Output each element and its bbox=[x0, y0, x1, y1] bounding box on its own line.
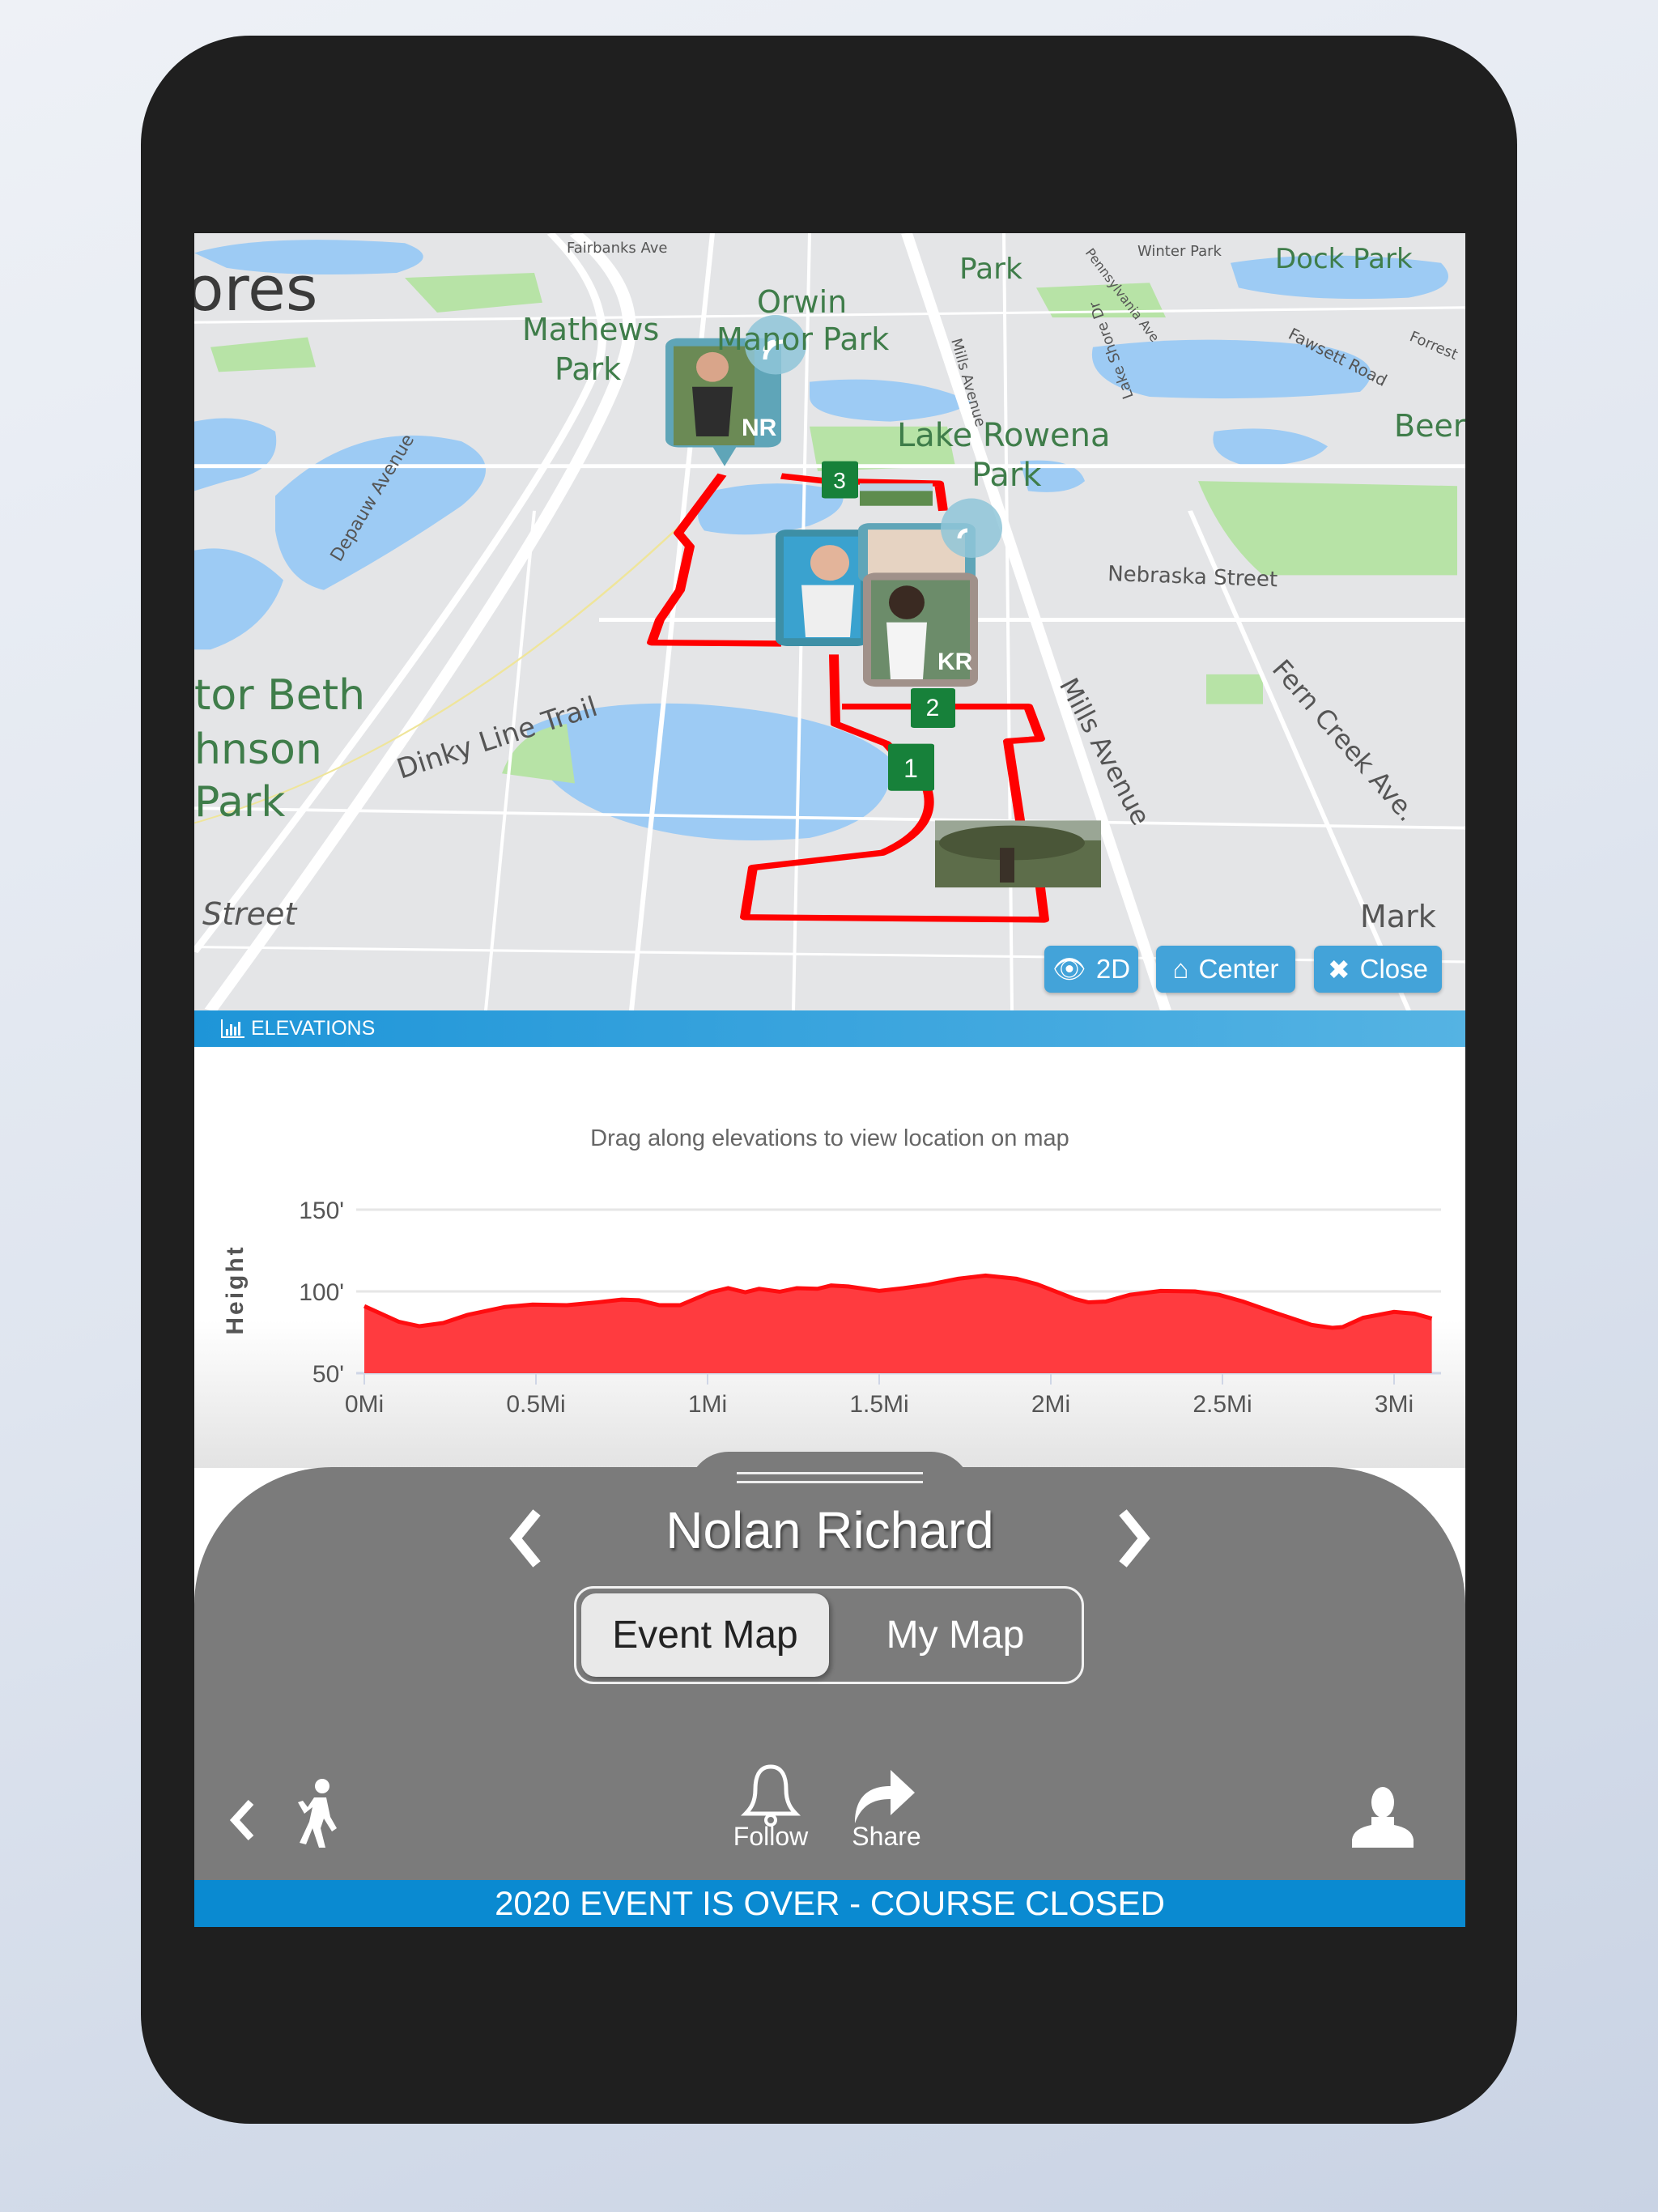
map-label-mathews-park: Park bbox=[555, 351, 621, 387]
map-label-dock-park: Dock Park bbox=[1275, 243, 1413, 275]
map-label-mathews: Mathews bbox=[522, 312, 659, 347]
home-icon: ⌂ bbox=[1172, 954, 1189, 984]
back-chevron-icon[interactable] bbox=[227, 1796, 259, 1844]
next-athlete-chevron-icon[interactable] bbox=[1113, 1506, 1154, 1571]
runner-icon[interactable] bbox=[290, 1778, 345, 1849]
map-label-forrest: Forrest bbox=[1407, 328, 1460, 364]
eye-icon: 👁 bbox=[1052, 953, 1086, 984]
map-label-city: ores bbox=[194, 253, 317, 325]
course-map[interactable]: NR KR 3 2 1 ores Mathews Park Orwin Mano… bbox=[194, 233, 1465, 1010]
elevations-header[interactable]: ELEVATIONS bbox=[194, 1010, 1465, 1047]
share-label[interactable]: Share bbox=[838, 1822, 935, 1852]
my-map-tab[interactable]: My Map bbox=[834, 1593, 1077, 1677]
y-tick-label: 50' bbox=[312, 1361, 344, 1388]
center-button[interactable]: ⌂ Center bbox=[1156, 946, 1295, 993]
share-icon[interactable] bbox=[852, 1765, 916, 1825]
close-map-button[interactable]: ✖ Close bbox=[1314, 946, 1442, 993]
map-label-mark: Mark bbox=[1360, 899, 1436, 934]
y-tick-label: 150' bbox=[299, 1197, 344, 1224]
map-label-park-top: Park bbox=[959, 253, 1022, 286]
poi-photo-oak-tree[interactable] bbox=[935, 820, 1101, 888]
map-label-nebraska: Nebraska Street bbox=[1107, 562, 1278, 592]
map-label-fairbanks: Fairbanks Ave bbox=[567, 240, 668, 257]
view-2d-button[interactable]: 👁 2D bbox=[1044, 946, 1138, 993]
runner-marker-3[interactable] bbox=[858, 498, 1002, 583]
elevations-title: ELEVATIONS bbox=[251, 1017, 376, 1040]
elevation-chart[interactable]: Drag along elevations to view location o… bbox=[194, 1047, 1465, 1468]
x-tick-label: 0Mi bbox=[345, 1391, 384, 1418]
map-canvas[interactable]: NR KR 3 2 1 ores Mathews Park Orwin Mano… bbox=[194, 233, 1465, 1010]
athlete-name: Nolan Richard bbox=[665, 1501, 994, 1559]
follow-label[interactable]: Follow bbox=[722, 1822, 819, 1852]
event-status-banner: 2020 EVENT IS OVER - COURSE CLOSED bbox=[194, 1880, 1465, 1927]
panel-drag-handle[interactable] bbox=[737, 1472, 923, 1483]
x-tick-label: 1Mi bbox=[688, 1391, 727, 1418]
event-map-tab[interactable]: Event Map bbox=[581, 1593, 829, 1677]
map-label-beer: Beer bbox=[1394, 408, 1465, 444]
map-label-hnson: hnson bbox=[194, 725, 322, 774]
x-tick-label: 2.5Mi bbox=[1192, 1391, 1252, 1418]
y-tick-label: 100' bbox=[299, 1279, 344, 1306]
map-label-lake-rowena: Lake Rowena bbox=[897, 417, 1111, 454]
map-label-manor-park: Manor Park bbox=[716, 321, 889, 357]
profile-icon[interactable] bbox=[1350, 1786, 1415, 1848]
map-label-lake-rowena-park: Park bbox=[971, 457, 1042, 494]
runner-initials: KR bbox=[937, 649, 973, 675]
x-tick-label: 3Mi bbox=[1375, 1391, 1414, 1418]
checkpoint-2[interactable]: 2 bbox=[926, 695, 940, 721]
poi-photo-park[interactable] bbox=[860, 483, 933, 506]
app-screen: NR KR 3 2 1 ores Mathews Park Orwin Mano… bbox=[194, 233, 1465, 1927]
close-icon: ✖ bbox=[1327, 954, 1350, 985]
bell-icon[interactable] bbox=[741, 1763, 801, 1828]
map-label-winter-park: Winter Park bbox=[1137, 243, 1222, 260]
x-tick-label: 1.5Mi bbox=[849, 1391, 908, 1418]
runner-marker-2[interactable] bbox=[776, 530, 869, 646]
map-toggle: Event Map My Map bbox=[574, 1586, 1084, 1684]
map-label-mills: Mills Avenue bbox=[1053, 673, 1156, 830]
map-label-street: Street bbox=[202, 896, 298, 932]
map-label-beth-park: Park bbox=[194, 778, 285, 827]
elevation-plot[interactable]: 50' 100' 150' 0Mi 0.5Mi 1Mi 1.5Mi 2Mi 2.5Mi 3Mi H… bbox=[194, 1047, 1465, 1468]
checkpoint-1[interactable]: 1 bbox=[903, 754, 918, 783]
runner-initials: NR bbox=[742, 415, 777, 441]
bar-chart-icon bbox=[221, 1019, 244, 1038]
live-signal-icon bbox=[941, 498, 1002, 558]
y-axis-label: Height bbox=[222, 1244, 249, 1334]
x-tick-label: 0.5Mi bbox=[506, 1391, 565, 1418]
map-label-orwin: Orwin bbox=[757, 284, 847, 320]
checkpoint-3[interactable]: 3 bbox=[833, 468, 846, 493]
x-tick-label: 2Mi bbox=[1031, 1391, 1070, 1418]
map-label-tor-beth: tor Beth bbox=[194, 671, 365, 720]
